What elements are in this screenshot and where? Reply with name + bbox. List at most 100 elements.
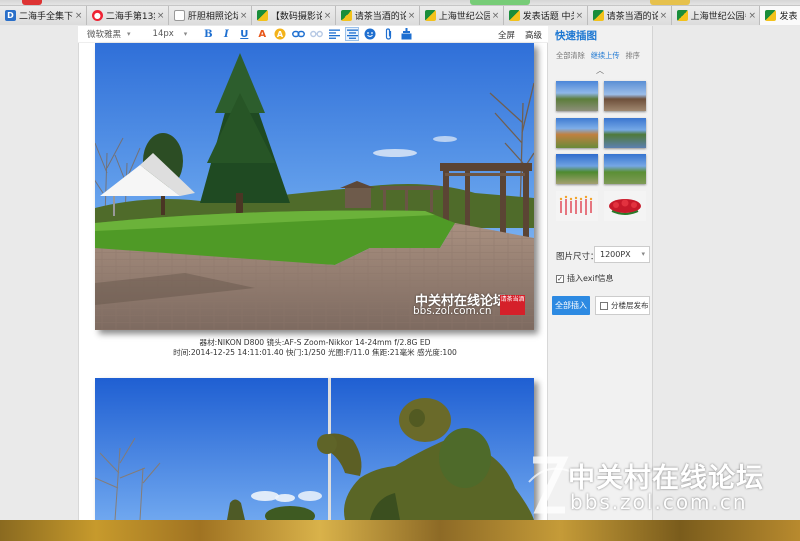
close-icon[interactable]: × (492, 11, 500, 21)
top-sliver (22, 0, 42, 5)
tab-label: 【数码摄影论坛... (270, 12, 322, 22)
exif-line-equipment: 器材:NIKON D800 镜头:AF-S Zoom-Nikkor 14-24m… (199, 338, 431, 347)
attachment-icon[interactable] (381, 27, 395, 41)
image-size-value: 1200PX (600, 250, 631, 259)
tab-label: 发表话题 (779, 12, 798, 22)
underline-icon[interactable]: U (237, 27, 251, 41)
tab-label: 发表话题 中关... (522, 12, 574, 22)
browser-tab[interactable]: ● 二海手第13集 - × (86, 6, 169, 25)
tab-label: 肝胆相照论坛 - (187, 12, 238, 22)
chevron-down-icon: ▾ (127, 30, 131, 38)
close-icon[interactable]: × (240, 11, 248, 21)
thumbnail-image[interactable] (556, 191, 598, 221)
close-icon[interactable]: × (408, 11, 416, 21)
tab-sort[interactable]: 排序 (626, 51, 640, 61)
insert-all-button[interactable]: 全部插入 (552, 296, 590, 315)
tab-label: 请茶当酒的论坛... (606, 12, 658, 22)
image-insert-icon[interactable] (399, 27, 413, 41)
red-seal-stamp: 请茶当酒 (500, 295, 525, 315)
chevron-up-icon[interactable]: ︿ (596, 65, 604, 76)
zol-favicon-icon (424, 10, 436, 21)
browser-tab[interactable]: 请茶当酒的论坛... × (587, 6, 672, 25)
browser-tab[interactable]: D 二海手全集下载 × (0, 6, 87, 25)
exif-option[interactable]: ✓ 插入exif信息 (556, 273, 614, 284)
zol-favicon-icon (256, 10, 268, 21)
editor-toolbar: 微软雅黑 ▾ 14px ▾ B I U A A (78, 26, 548, 43)
align-left-icon[interactable] (327, 27, 341, 41)
tab-label: 上海世纪公园冬... (438, 12, 490, 22)
panel-title: 快速插图 (555, 30, 597, 42)
browser-tab-bar: D 二海手全集下载 × ● 二海手第13集 - × 肝胆相照论坛 - × 【数码… (0, 6, 800, 25)
zol-favicon-icon (508, 10, 520, 21)
browser-tab[interactable]: 请茶当酒的论坛... × (335, 6, 420, 25)
top-sliver (470, 0, 530, 5)
bold-icon[interactable]: B (201, 27, 215, 41)
photo-watermark-url: bbs.zol.com.cn (413, 305, 492, 317)
close-icon[interactable]: × (660, 11, 668, 21)
advanced-button[interactable]: 高级 (525, 29, 542, 41)
emoji-icon[interactable] (363, 27, 377, 41)
fullscreen-button[interactable]: 全屏 (498, 29, 515, 41)
browser-tab[interactable]: 上海世纪公园冬... × (419, 6, 504, 25)
highlight-icon[interactable]: A (273, 27, 287, 41)
zol-favicon-icon (676, 10, 688, 21)
photo-exif-caption: 器材:NIKON D800 镜头:AF-S Zoom-Nikkor 14-24m… (150, 338, 480, 358)
close-icon[interactable]: × (748, 11, 756, 21)
top-sliver (650, 0, 690, 5)
font-size-value: 14px (152, 29, 174, 39)
split-floor-option[interactable]: 分楼层发布 (595, 296, 650, 315)
browser-favicon-icon: D (5, 10, 16, 21)
thumbnail-image[interactable] (556, 154, 598, 184)
chevron-down-icon: ▾ (183, 30, 188, 38)
inserted-photo-topiary[interactable] (95, 378, 534, 520)
chevron-down-icon: ▾ (641, 250, 645, 258)
zol-favicon-icon (765, 10, 777, 21)
thumbnail-image[interactable] (604, 191, 646, 221)
tab-label: 上海世纪公园冬... (690, 12, 747, 22)
split-floor-label: 分楼层发布 (611, 301, 649, 310)
close-icon[interactable]: × (75, 11, 83, 21)
close-icon[interactable]: × (157, 11, 165, 21)
tab-continue-upload[interactable]: 继续上传 (591, 51, 620, 61)
tab-label: 二海手全集下载 (19, 12, 73, 22)
forum-watermark-url: bbs.zol.com.cn (570, 490, 748, 514)
browser-tab[interactable]: 发表话题 中关... × (503, 6, 588, 25)
font-size-select[interactable]: 14px ▾ (153, 28, 188, 41)
thumbnail-image[interactable] (556, 118, 598, 148)
browser-tab-active[interactable]: 发表话题 (760, 6, 800, 25)
browser-tab[interactable]: 上海世纪公园冬... × (671, 6, 761, 25)
browser-tab[interactable]: 肝胆相照论坛 - × (168, 6, 252, 25)
font-family-select[interactable]: 微软雅黑 ▾ (87, 28, 131, 41)
thumbnail-image[interactable] (604, 118, 646, 148)
zol-favicon-icon (340, 10, 352, 21)
image-size-row: 图片尺寸： (556, 250, 599, 262)
tab-label: 二海手第13集 - (105, 12, 155, 22)
browser-tab[interactable]: 【数码摄影论坛... × (251, 6, 336, 25)
desktop-background (0, 520, 800, 541)
image-size-label: 图片尺寸： (556, 252, 599, 262)
split-floor-checkbox[interactable] (600, 301, 608, 310)
align-center-icon[interactable] (345, 27, 360, 41)
thumbnail-image[interactable] (604, 154, 646, 184)
italic-icon[interactable]: I (219, 27, 233, 41)
toolbar-right: 全屏 高级 (498, 26, 552, 43)
unlink-icon[interactable] (309, 27, 323, 41)
park-photo-image (95, 43, 534, 330)
page-favicon-icon (173, 10, 185, 21)
close-icon[interactable]: × (324, 11, 332, 21)
tab-clear-all[interactable]: 全部清除 (556, 51, 585, 61)
tab-label: 请茶当酒的论坛... (354, 12, 406, 22)
link-icon[interactable] (291, 27, 305, 41)
thumbnail-image[interactable] (556, 81, 598, 111)
thumbnail-image[interactable] (604, 81, 646, 111)
exif-line-settings: 时间:2014-12-25 14:11:01.40 快门:1/250 光圈:F/… (173, 348, 457, 357)
exif-label: 插入exif信息 (567, 274, 614, 283)
exif-checkbox[interactable]: ✓ (556, 274, 564, 283)
close-icon[interactable]: × (576, 11, 584, 21)
panel-tabs: 全部清除 继续上传 排序 (556, 51, 648, 61)
inserted-photo-park[interactable] (95, 43, 534, 330)
image-size-select[interactable]: 1200PX ▾ (594, 246, 650, 263)
font-color-icon[interactable]: A (255, 27, 269, 41)
zol-favicon-icon (592, 10, 604, 21)
topiary-photo-image (95, 378, 534, 520)
